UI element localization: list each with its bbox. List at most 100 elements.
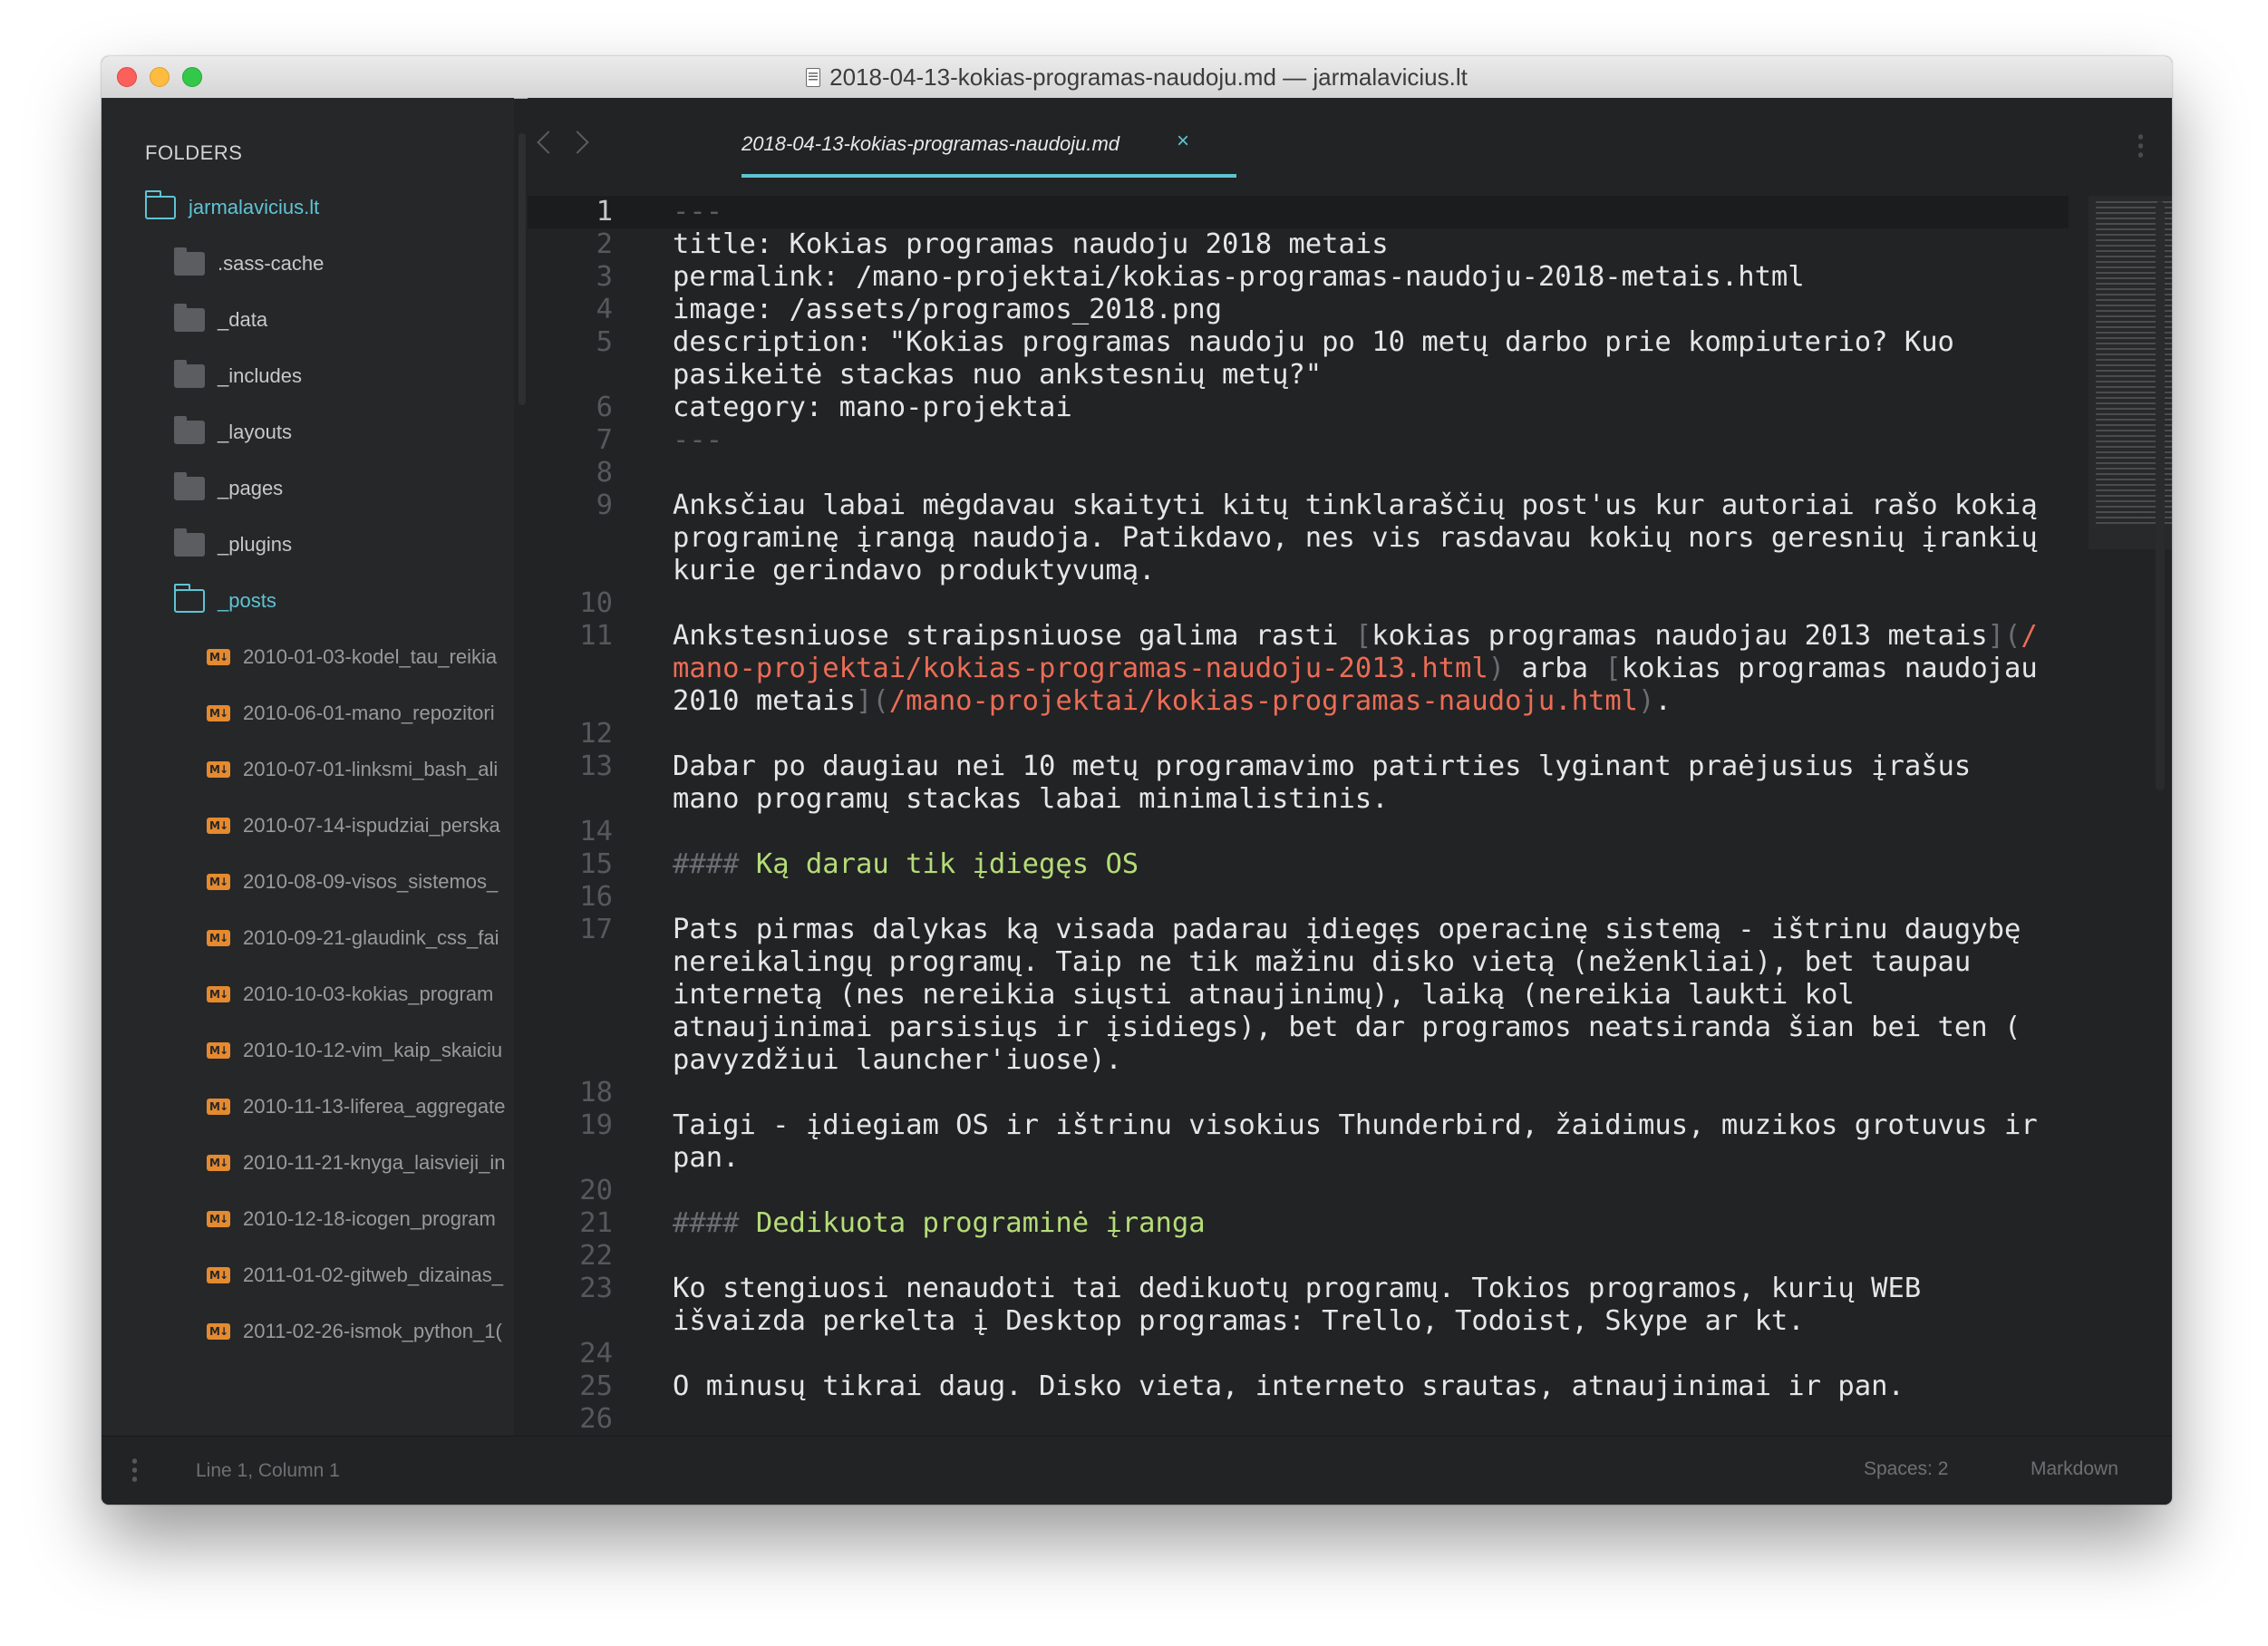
code-line[interactable]: 2010 metais](/mano-projektai/kokias-prog…: [673, 685, 2087, 718]
tree-folder[interactable]: .sass-cache: [102, 236, 514, 292]
editor-vertical-scrollbar[interactable]: [2156, 201, 2165, 790]
code-line[interactable]: [673, 587, 2087, 620]
indentation-setting[interactable]: Spaces: 2: [1864, 1458, 1948, 1480]
code-line[interactable]: Pats pirmas dalykas ką visada padarau įd…: [673, 914, 2087, 946]
code-line[interactable]: [673, 1240, 2087, 1273]
code-line[interactable]: image: /assets/programos_2018.png: [673, 294, 2087, 326]
syntax-selector[interactable]: Markdown: [2031, 1458, 2118, 1480]
code-line[interactable]: [673, 1403, 2087, 1436]
sidebar-vertical-scrollbar[interactable]: [519, 133, 526, 405]
code-line[interactable]: Taigi - įdiegiam OS ir ištrinu visokius …: [673, 1109, 2087, 1142]
code-editor[interactable]: 1 2 3 4 5 6 7 8 9 10 11 12 13 14 15 16 17 18 19 20 21 22 23 24 2…: [528, 196, 2159, 1483]
code-line[interactable]: category: mano-projektai: [673, 392, 2087, 424]
code-line[interactable]: pan.: [673, 1142, 2087, 1175]
tree-file[interactable]: M↓ 2010-10-12-vim_kaip_skaiciu: [102, 1022, 514, 1079]
tree-folder[interactable]: _plugins: [102, 517, 514, 573]
code-line[interactable]: programinę įrangą naudoja. Patikdavo, ne…: [673, 522, 2087, 555]
code-line[interactable]: atnaujinimai parsisiųs ir įsidiegs), bet…: [673, 1012, 2087, 1044]
text-token: ](: [856, 685, 889, 717]
text-token: description: "Kokias programas naudoju p…: [673, 326, 1954, 358]
code-line[interactable]: internetą (nes nereikia siųsti atnaujini…: [673, 979, 2087, 1012]
tree-root-folder[interactable]: jarmalavicius.lt: [102, 179, 514, 236]
code-line[interactable]: #### Ką darau tik įdiegęs OS: [673, 848, 2087, 881]
code-line[interactable]: [673, 1338, 2087, 1370]
heading-token: Ką darau tik įdiegęs OS: [755, 848, 1139, 880]
tree-file[interactable]: M↓ 2010-08-09-visos_sistemos_: [102, 854, 514, 910]
line-number: [528, 1142, 618, 1175]
markdown-file-icon: M↓: [207, 1323, 230, 1340]
code-line[interactable]: [673, 816, 2087, 848]
code-line[interactable]: ---: [673, 196, 2087, 228]
code-line[interactable]: Dabar po daugiau nei 10 metų programavim…: [673, 750, 2087, 783]
code-line[interactable]: nereikalingų programų. Taip ne tik mažin…: [673, 946, 2087, 979]
line-number: 10: [579, 587, 613, 619]
code-line[interactable]: title: Kokias programas naudoju 2018 met…: [673, 228, 2087, 261]
tab-overflow-menu-icon[interactable]: [2138, 132, 2143, 160]
code-line[interactable]: Ankstesniuose straipsniuose galima rasti…: [673, 620, 2087, 653]
code-line[interactable]: [673, 1077, 2087, 1109]
line-number: 15: [579, 848, 613, 880]
tree-file[interactable]: M↓ 2011-01-02-gitweb_dizainas_: [102, 1247, 514, 1303]
code-line[interactable]: pasikeitė stackas nuo ankstesnių metų?": [673, 359, 2087, 392]
code-line[interactable]: O minusų tikrai daug. Disko vieta, inter…: [673, 1370, 2087, 1403]
tree-file[interactable]: M↓ 2010-07-14-ispudziai_perska: [102, 798, 514, 854]
link-url-token: mano-projektai/kokias-programas-naudoju-…: [673, 653, 1488, 684]
code-line[interactable]: [673, 457, 2087, 489]
tree-file[interactable]: M↓ 2010-09-21-glaudink_css_fai: [102, 910, 514, 966]
code-line[interactable]: kurie gerindavo produktyvumą.: [673, 555, 2087, 587]
tree-file[interactable]: M↓ 2011-02-26-ismok_python_1(: [102, 1303, 514, 1360]
text-token: Anksčiau labai mėgdavau skaityti kitų ti…: [673, 489, 2038, 521]
tree-folder[interactable]: _data: [102, 292, 514, 348]
code-line[interactable]: mano programų stackas labai minimalistin…: [673, 783, 2087, 816]
tree-file[interactable]: M↓ 2010-06-01-mano_repozitori: [102, 685, 514, 741]
code-text[interactable]: --- title: Kokias programas naudoju 2018 …: [673, 196, 2087, 1436]
text-token: title: Kokias programas naudoju 2018 met…: [673, 228, 1389, 260]
code-line[interactable]: Ko stengiuosi nenaudoti tai dedikuotų pr…: [673, 1273, 2087, 1305]
code-line[interactable]: pavyzdžiui launcher'iuose).: [673, 1044, 2087, 1077]
tree-file[interactable]: M↓ 2010-11-21-knyga_laisvieji_in: [102, 1135, 514, 1191]
tree-file[interactable]: M↓ 2010-01-03-kodel_tau_reikia: [102, 629, 514, 685]
line-number: 13: [579, 750, 613, 782]
tree-folder[interactable]: _includes: [102, 348, 514, 404]
tree-file[interactable]: M↓ 2010-11-13-liferea_aggregate: [102, 1079, 514, 1135]
code-line[interactable]: išvaizda perkelta į Desktop programas: T…: [673, 1305, 2087, 1338]
line-number: 17: [579, 914, 613, 945]
code-line[interactable]: [673, 1175, 2087, 1207]
tab-close-icon[interactable]: ×: [1177, 129, 1189, 154]
folder-icon: [174, 472, 205, 500]
text-token: 2010 metais: [673, 685, 856, 717]
code-line[interactable]: ---: [673, 424, 2087, 457]
code-line[interactable]: [673, 881, 2087, 914]
tree-file[interactable]: M↓2011-03-05-vienas_css_ir_js_: [102, 1360, 514, 1367]
tree-file[interactable]: M↓ 2010-12-18-icogen_program: [102, 1191, 514, 1247]
text-token: atnaujinimai parsisiųs ir įsidiegs), bet…: [673, 1012, 2021, 1043]
line-number-gutter: 1 2 3 4 5 6 7 8 9 10 11 12 13 14 15 16 17 18 19 20 21 22 23 24 2…: [528, 196, 618, 1436]
text-token: ---: [673, 196, 723, 228]
code-line[interactable]: permalink: /mano-projektai/kokias-progra…: [673, 261, 2087, 294]
tree-folder-open[interactable]: _posts: [102, 573, 514, 629]
code-line[interactable]: Anksčiau labai mėgdavau skaityti kitų ti…: [673, 489, 2087, 522]
code-line[interactable]: #### Dedikuota programinė įranga: [673, 1207, 2087, 1240]
line-number: 4: [596, 294, 613, 325]
tree-folder[interactable]: _pages: [102, 460, 514, 517]
tree-file[interactable]: M↓ 2010-10-03-kokias_program: [102, 966, 514, 1022]
text-token: ](: [1987, 620, 2021, 652]
tree-folder[interactable]: _layouts: [102, 404, 514, 460]
back-arrow-icon[interactable]: [537, 131, 560, 154]
tab-active-file[interactable]: 2018-04-13-kokias-programas-naudoju.md ×: [741, 98, 1245, 179]
tree-item-label: 2010-10-12-vim_kaip_skaiciu: [243, 1039, 503, 1061]
code-line[interactable]: description: "Kokias programas naudoju p…: [673, 326, 2087, 359]
status-menu-icon[interactable]: [132, 1457, 137, 1484]
code-line[interactable]: [673, 718, 2087, 750]
text-token: ): [1638, 685, 1655, 717]
tree-file[interactable]: M↓ 2010-07-01-linksmi_bash_ali: [102, 741, 514, 798]
text-token: nereikalingų programų. Taip ne tik mažin…: [673, 946, 1972, 978]
window-title-area: 2018-04-13-kokias-programas-naudoju.md —…: [102, 56, 2172, 98]
text-token: Ko stengiuosi nenaudoti tai dedikuotų pr…: [673, 1273, 1922, 1304]
forward-arrow-icon[interactable]: [566, 131, 589, 154]
link-url-token: /mano-projektai/kokias-programas-naudoju…: [888, 685, 1639, 717]
cursor-position[interactable]: Line 1, Column 1: [196, 1460, 340, 1482]
markdown-file-icon: M↓: [207, 705, 230, 721]
tree-item-label: 2010-11-21-knyga_laisvieji_in: [243, 1151, 506, 1174]
code-line[interactable]: mano-projektai/kokias-programas-naudoju-…: [673, 653, 2087, 685]
